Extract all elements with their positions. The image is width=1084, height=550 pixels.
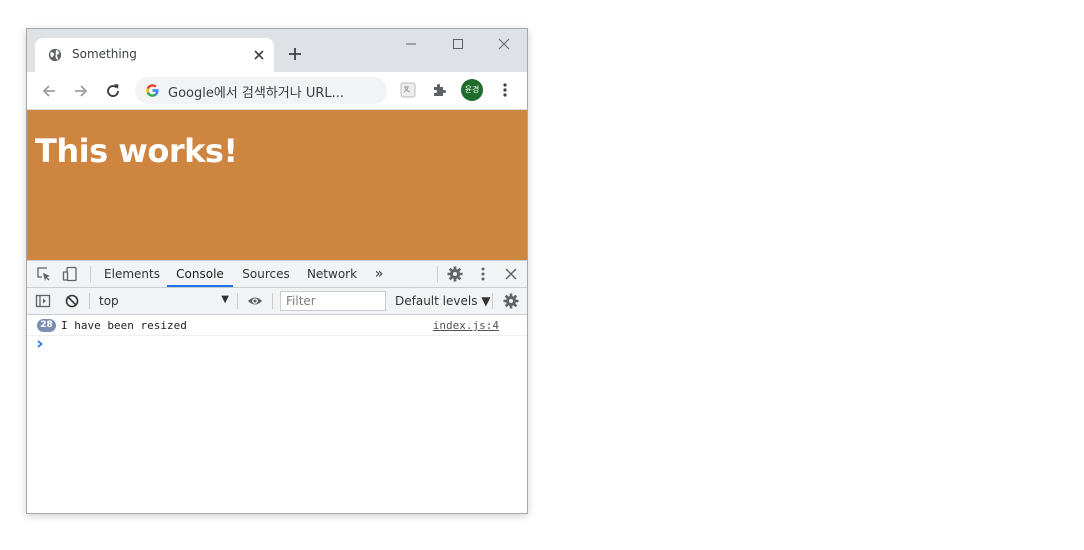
maximize-icon[interactable] [451, 37, 465, 51]
context-value: top [99, 294, 119, 308]
tab-close-icon[interactable] [251, 47, 267, 63]
page-viewport: This works! [27, 110, 527, 260]
inspect-element-icon[interactable] [36, 266, 52, 282]
console-prompt-chevron-icon[interactable] [35, 337, 45, 351]
tab-network[interactable]: Network [301, 261, 363, 287]
toolbar-divider [89, 293, 90, 309]
tab-console[interactable]: Console [167, 261, 233, 287]
devtools-close-icon[interactable] [503, 266, 519, 282]
toolbar-divider [437, 266, 438, 282]
console-toolbar: top ▼ Default levels ▼ [27, 288, 527, 315]
live-expression-eye-icon[interactable] [247, 293, 263, 309]
clear-console-icon[interactable] [64, 293, 80, 309]
console-message-text: I have been resized [61, 319, 187, 332]
repeat-count-badge: 28 [37, 319, 56, 332]
devtools-panel: Elements Console Sources Network » top ▼… [27, 260, 527, 513]
minimize-icon[interactable] [404, 37, 418, 51]
google-g-icon [146, 84, 159, 97]
toolbar-divider [272, 293, 273, 309]
log-levels-select[interactable]: Default levels ▼ [395, 294, 491, 308]
extensions-puzzle-icon[interactable] [431, 81, 449, 99]
page-heading: This works! [35, 132, 238, 170]
globe-icon [48, 48, 62, 62]
browser-tab[interactable]: Something [35, 38, 274, 72]
device-toolbar-icon[interactable] [62, 266, 78, 282]
javascript-context-select[interactable]: top ▼ [93, 288, 233, 314]
address-bar[interactable]: Google에서 검색하거나 URL... [135, 77, 387, 104]
toolbar-divider [492, 293, 493, 309]
source-link[interactable]: index.js:4 [433, 319, 499, 332]
reload-icon[interactable] [104, 82, 122, 100]
console-message-row[interactable]: 28 I have been resized index.js:4 [27, 315, 527, 336]
show-sidebar-icon[interactable] [35, 293, 51, 309]
tab-title: Something [72, 47, 137, 61]
forward-icon[interactable] [72, 82, 90, 100]
tab-elements[interactable]: Elements [99, 261, 165, 287]
back-icon[interactable] [40, 82, 58, 100]
settings-gear-icon[interactable] [447, 266, 463, 282]
tab-strip: Something [27, 29, 527, 72]
kebab-menu-icon[interactable] [496, 81, 514, 99]
tab-sources[interactable]: Sources [235, 261, 297, 287]
browser-toolbar: Google에서 검색하거나 URL... 윤경 [27, 72, 527, 110]
window-close-icon[interactable] [497, 37, 511, 51]
new-tab-icon[interactable] [287, 46, 303, 62]
profile-avatar[interactable]: 윤경 [461, 79, 483, 101]
toolbar-divider [237, 293, 238, 309]
console-settings-gear-icon[interactable] [503, 293, 519, 309]
toolbar-divider [90, 266, 91, 282]
omnibox-placeholder: Google에서 검색하거나 URL... [168, 86, 345, 101]
devtools-tab-bar: Elements Console Sources Network » [27, 261, 527, 288]
dropdown-arrow-icon: ▼ [221, 294, 229, 305]
console-filter-input[interactable] [280, 291, 386, 311]
browser-window: Something Google에서 검색하거나 URL... 윤경 This … [26, 28, 528, 514]
translate-extension-icon[interactable] [399, 81, 417, 99]
more-tabs-icon[interactable]: » [369, 261, 389, 287]
console-output[interactable]: 28 I have been resized index.js:4 [27, 315, 527, 513]
devtools-menu-icon[interactable] [475, 266, 491, 282]
